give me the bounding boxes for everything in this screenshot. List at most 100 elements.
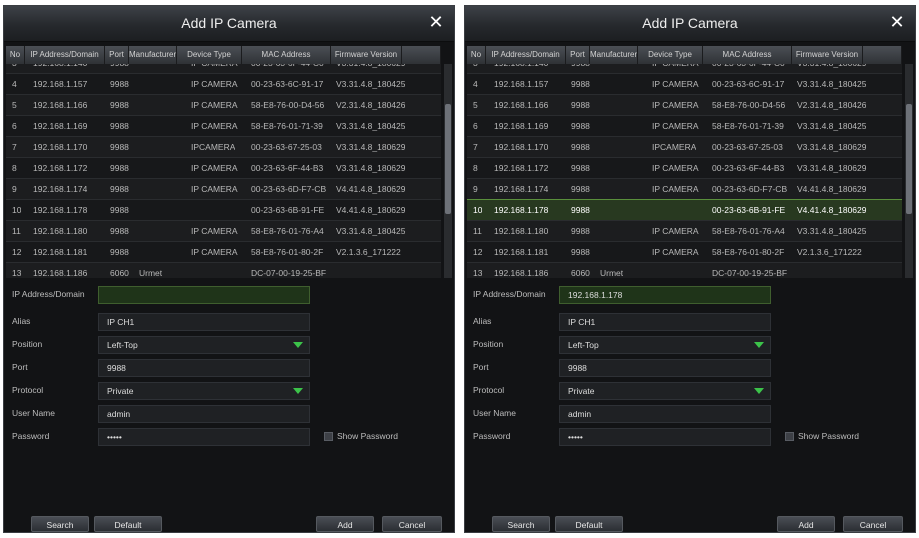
cell-ip-address: 192.168.1.174 <box>494 184 549 194</box>
table-row[interactable]: 3 192.168.1.140 9988 IP CAMERA 00-23-63-6F-4… <box>467 64 902 74</box>
cell-firmware: V3.31.4.8_180629 <box>797 142 867 152</box>
column-header-device-type[interactable]: Device Type <box>638 46 703 64</box>
protocol-select[interactable]: Private <box>559 382 771 400</box>
column-header-ip[interactable]: IP Address/Domain <box>486 46 566 64</box>
table-row[interactable]: 10 192.168.1.178 9988 00-23-63-6B-91-FE V4.4… <box>467 199 902 222</box>
position-select[interactable]: Left-Top <box>98 336 310 354</box>
default-password-button[interactable]: Default Password <box>555 516 623 532</box>
alias-input[interactable]: IP CH1 <box>559 313 771 331</box>
table-scrollbar[interactable] <box>444 64 452 278</box>
table-row[interactable]: 7 192.168.1.170 9988 IPCAMERA 00-23-63-67-25… <box>6 137 441 158</box>
cell-firmware: V4.41.4.8_180629 <box>336 205 406 215</box>
cell-ip-address: 192.168.1.166 <box>494 100 549 110</box>
position-select[interactable]: Left-Top <box>559 336 771 354</box>
column-header-no[interactable]: No <box>467 46 486 64</box>
cell-firmware: V3.31.4.8_180425 <box>336 79 406 89</box>
table-row[interactable]: 7 192.168.1.170 9988 IPCAMERA 00-23-63-67-25… <box>467 137 902 158</box>
protocol-select[interactable]: Private <box>98 382 310 400</box>
cell-ip-address: 192.168.1.181 <box>494 247 549 257</box>
table-row[interactable]: 4 192.168.1.157 9988 IP CAMERA 00-23-63-6C-9… <box>6 74 441 95</box>
add-ip-camera-dialog-right: Add IP Camera ✕ No IP Address/Domain Por… <box>464 5 916 533</box>
table-row[interactable]: 8 192.168.1.172 9988 IP CAMERA 00-23-63-6F-4… <box>467 158 902 179</box>
username-input[interactable]: admin <box>98 405 310 423</box>
cell-no: 5 <box>473 100 478 110</box>
column-header-port[interactable]: Port <box>105 46 129 64</box>
column-header-manufacturer[interactable]: Manufacturer <box>129 46 177 64</box>
table-row[interactable]: 3 192.168.1.140 9988 IP CAMERA 00-23-63-6F-4… <box>6 64 441 74</box>
column-header-port[interactable]: Port <box>566 46 590 64</box>
password-input[interactable]: ••••• <box>98 428 310 446</box>
chevron-down-icon[interactable] <box>293 342 303 348</box>
column-header-manufacturer[interactable]: Manufacturer <box>590 46 638 64</box>
chevron-down-icon[interactable] <box>754 388 764 394</box>
cancel-button[interactable]: Cancel <box>382 516 442 532</box>
alias-input[interactable]: IP CH1 <box>98 313 310 331</box>
column-header-mac[interactable]: MAC Address <box>242 46 331 64</box>
scrollbar-thumb[interactable] <box>906 104 912 214</box>
cancel-button[interactable]: Cancel <box>843 516 903 532</box>
column-header-firmware[interactable]: Firmware Version <box>331 46 402 64</box>
table-row[interactable]: 11 192.168.1.180 9988 IP CAMERA 58-E8-76-01-… <box>6 221 441 242</box>
cell-device-type: IP CAMERA <box>652 64 699 74</box>
dialog-title: Add IP Camera <box>181 15 277 31</box>
table-row[interactable]: 4 192.168.1.157 9988 IP CAMERA 00-23-63-6C-9… <box>467 74 902 95</box>
cell-manufacturer: Urmet <box>139 268 163 278</box>
cell-port: 9988 <box>571 163 590 173</box>
dialog-titlebar: Add IP Camera ✕ <box>465 6 915 42</box>
cell-no: 10 <box>473 205 483 215</box>
close-icon[interactable]: ✕ <box>426 12 446 32</box>
table-row[interactable]: 9 192.168.1.174 9988 IP CAMERA 00-23-63-6D-F… <box>467 179 902 200</box>
dialog-title: Add IP Camera <box>642 15 738 31</box>
table-row[interactable]: 6 192.168.1.169 9988 IP CAMERA 58-E8-76-01-7… <box>6 116 441 137</box>
table-row[interactable]: 12 192.168.1.181 9988 IP CAMERA 58-E8-76-01-… <box>6 242 441 263</box>
position-label: Position <box>12 339 43 349</box>
search-button[interactable]: Search <box>492 516 550 532</box>
cell-mac-address: 00-23-63-67-25-03 <box>712 142 783 152</box>
chevron-down-icon[interactable] <box>754 342 764 348</box>
cell-device-type: IP CAMERA <box>652 247 699 257</box>
table-row[interactable]: 11 192.168.1.180 9988 IP CAMERA 58-E8-76-01-… <box>467 221 902 242</box>
column-header-ip[interactable]: IP Address/Domain <box>25 46 105 64</box>
ip-address-input[interactable] <box>98 286 310 304</box>
column-header-device-type[interactable]: Device Type <box>177 46 242 64</box>
port-input[interactable]: 9988 <box>559 359 771 377</box>
table-row[interactable]: 13 192.168.1.186 6060 Urmet DC-07-00-19-25-B… <box>467 263 902 278</box>
protocol-label: Protocol <box>473 385 505 395</box>
table-row[interactable]: 9 192.168.1.174 9988 IP CAMERA 00-23-63-6D-F… <box>6 179 441 200</box>
cell-firmware: V4.41.4.8_180629 <box>336 184 406 194</box>
table-row[interactable]: 12 192.168.1.181 9988 IP CAMERA 58-E8-76-01-… <box>467 242 902 263</box>
table-row[interactable]: 13 192.168.1.186 6060 Urmet DC-07-00-19-25-B… <box>6 263 441 278</box>
ip-address-input[interactable]: 192.168.1.178 <box>559 286 771 304</box>
table-row[interactable]: 5 192.168.1.166 9988 IP CAMERA 58-E8-76-00-D… <box>467 95 902 116</box>
ip-address-label: IP Address/Domain <box>12 289 85 299</box>
password-input[interactable]: ••••• <box>559 428 771 446</box>
table-row[interactable]: 6 192.168.1.169 9988 IP CAMERA 58-E8-76-01-7… <box>467 116 902 137</box>
cell-port: 9988 <box>110 142 129 152</box>
table-scrollbar[interactable] <box>905 64 913 278</box>
cell-ip-address: 192.168.1.157 <box>33 79 88 89</box>
column-header-no[interactable]: No <box>6 46 25 64</box>
cell-no: 9 <box>473 184 478 194</box>
cell-firmware: V2.1.3.6_171222 <box>797 247 862 257</box>
search-button[interactable]: Search <box>31 516 89 532</box>
column-header-firmware[interactable]: Firmware Version <box>792 46 863 64</box>
close-icon[interactable]: ✕ <box>887 12 907 32</box>
table-row[interactable]: 5 192.168.1.166 9988 IP CAMERA 58-E8-76-00-D… <box>6 95 441 116</box>
cell-no: 10 <box>12 205 22 215</box>
table-row[interactable]: 10 192.168.1.178 9988 00-23-63-6B-91-FE V4.4… <box>6 200 441 221</box>
column-header-mac[interactable]: MAC Address <box>703 46 792 64</box>
cell-port: 9988 <box>571 121 590 131</box>
port-input[interactable]: 9988 <box>98 359 310 377</box>
table-row[interactable]: 8 192.168.1.172 9988 IP CAMERA 00-23-63-6F-4… <box>6 158 441 179</box>
username-input[interactable]: admin <box>559 405 771 423</box>
show-password-checkbox[interactable] <box>324 432 333 441</box>
show-password-checkbox[interactable] <box>785 432 794 441</box>
default-password-button[interactable]: Default Password <box>94 516 162 532</box>
add-button[interactable]: Add <box>316 516 374 532</box>
cell-no: 7 <box>12 142 17 152</box>
add-button[interactable]: Add <box>777 516 835 532</box>
cell-firmware: V2.1.3.6_171222 <box>336 247 401 257</box>
chevron-down-icon[interactable] <box>293 388 303 394</box>
scrollbar-thumb[interactable] <box>445 104 451 214</box>
cell-port: 9988 <box>110 121 129 131</box>
